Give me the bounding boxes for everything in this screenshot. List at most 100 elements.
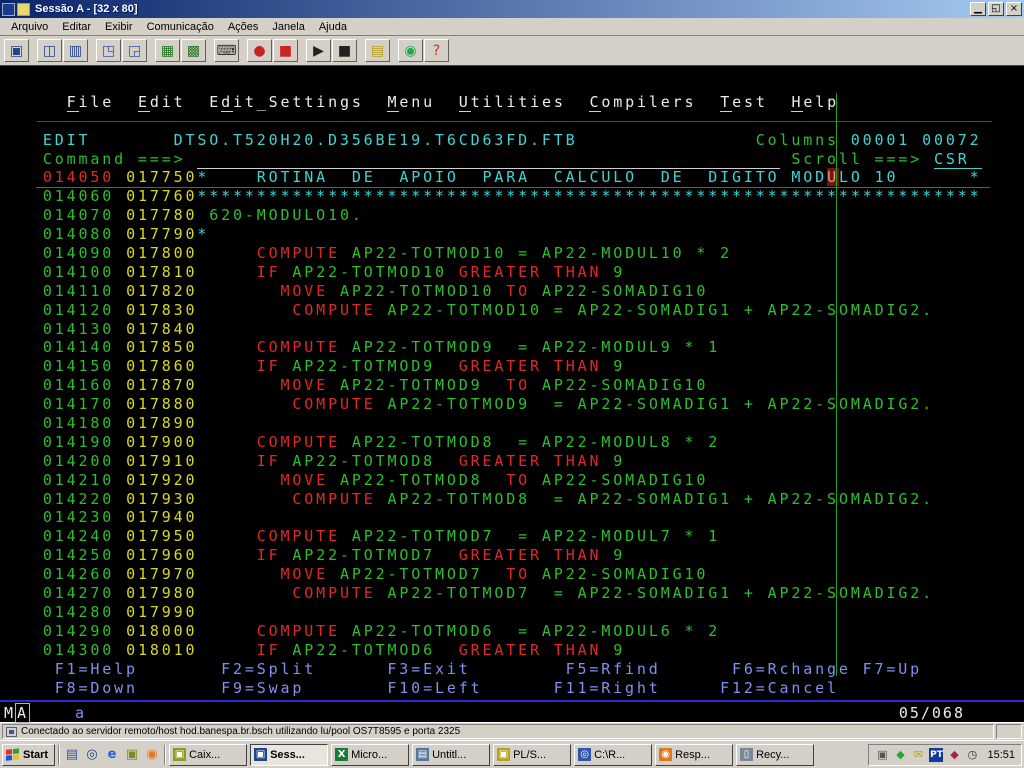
terminal-row: 014240 017950 COMPUTE AP22-TOTMOD7 = AP2… xyxy=(42,527,721,546)
minimize-button[interactable]: ▁ xyxy=(970,2,986,16)
task-button-recy[interactable]: ▯ Recy... xyxy=(736,743,815,766)
toolbar-button-record-stop-icon[interactable]: ■ xyxy=(273,39,298,62)
explorer-search-icon: ◎ xyxy=(578,748,592,761)
receive-screen-icon: ◲ xyxy=(127,42,142,59)
agent-icon[interactable]: ◆ xyxy=(893,748,907,762)
quick-launch-search-icon[interactable]: ◎ xyxy=(83,746,101,764)
taskbar-divider xyxy=(58,744,61,765)
font-setup-icon: ▩ xyxy=(186,42,201,59)
task-button-resp[interactable]: ◉ Resp... xyxy=(655,743,734,766)
terminal-row: 014060 017760***************************… xyxy=(42,187,982,206)
taskbar-divider xyxy=(164,744,167,765)
quick-launch-firefox-icon[interactable]: ◉ xyxy=(143,746,161,764)
toolbar-button-stop-macro-icon[interactable]: ■ xyxy=(332,39,357,62)
task-button-c-r[interactable]: ◎ C:\R... xyxy=(574,743,653,766)
connection-status-text: Conectado ao servidor remoto/host hod.ba… xyxy=(21,726,461,737)
terminal-row: 014280 017990 xyxy=(42,602,198,621)
window-title: Sessão A - [32 x 80] xyxy=(35,3,138,15)
toolbar-button-copy-icon[interactable]: ◫ xyxy=(37,39,62,62)
terminal-row: 014150 017860 IF AP22-TOTMOD9 GREATER TH… xyxy=(42,357,626,376)
terminal-row: File Edit Edit_Settings Menu Utilities C… xyxy=(66,92,840,112)
terminal-row: 014090 017800 COMPUTE AP22-TOTMOD10 = AP… xyxy=(42,244,733,263)
terminal-row: F8=Down F9=Swap F10=Left F11=Right F12=C… xyxy=(31,678,839,697)
recycle-bin-icon: ▯ xyxy=(740,748,754,761)
close-button[interactable]: × xyxy=(1006,2,1022,16)
terminal-row: 014100 017810 IF AP22-TOTMOD10 GREATER T… xyxy=(42,262,626,281)
help-icon: ? xyxy=(432,42,441,59)
menu-item-editar[interactable]: Editar xyxy=(55,19,98,35)
terminal-separator-row xyxy=(31,112,1024,131)
oia-status-row: MA a 05/068 xyxy=(0,700,1024,723)
notepad-icon: ▤ xyxy=(416,748,430,761)
network-icon[interactable]: ▣ xyxy=(875,748,889,762)
task-buttons: ▣ Caix... ▣ Sess... X Micro... ▤ Untitl... ▣ PL/S… xyxy=(169,743,865,766)
task-button-micro[interactable]: X Micro... xyxy=(331,743,410,766)
toolbar-button-send-screen-icon[interactable]: ◳ xyxy=(96,39,121,62)
crosshair-horizontal-rule xyxy=(36,187,990,188)
task-button-sess[interactable]: ▣ Sess... xyxy=(250,743,329,766)
connection-icon xyxy=(6,726,17,737)
terminal-row: EDIT DTSO.T520H20.D356BE19.T6CD63FD.FTB … xyxy=(31,130,982,149)
record-stop-icon: ■ xyxy=(278,42,293,59)
menu-item-arquivo[interactable]: Arquivo xyxy=(4,19,55,35)
firefox-icon: ◉ xyxy=(659,748,673,761)
quick-launch-show-desktop-icon[interactable]: ▤ xyxy=(63,746,81,764)
excel-icon: X xyxy=(335,748,349,761)
pls-app-icon: ▣ xyxy=(497,748,511,761)
toolbar-button-globe-icon[interactable]: ◉ xyxy=(398,39,423,62)
toolbar-button-blank-screen-icon[interactable]: ▣ xyxy=(4,39,29,62)
terminal-app-icon xyxy=(2,2,15,16)
color-setup-icon: ▦ xyxy=(160,42,175,59)
terminal-row: 014080 017790* xyxy=(42,225,210,244)
terminal-row: 014120 017830 COMPUTE AP22-TOTMOD10 = AP… xyxy=(42,300,934,319)
antivirus-shield-icon[interactable]: ◆ xyxy=(947,748,961,762)
terminal-row: 014210 017920 MOVE AP22-TOTMOD8 TO AP22-… xyxy=(42,470,709,489)
taskbar: Start ▤ ◎ e ▣ ◉ ▣ Caix... ▣ Sess... X Micro... ▤ Un… xyxy=(0,740,1024,768)
terminal-row: 014200 017910 IF AP22-TOTMOD8 GREATER TH… xyxy=(42,451,626,470)
menu-item-a-es[interactable]: Ações xyxy=(221,19,266,35)
blank-screen-icon: ▣ xyxy=(9,42,24,59)
terminal-row: 014220 017930 COMPUTE AP22-TOTMOD8 = AP2… xyxy=(42,489,934,508)
toolbar-button-font-setup-icon[interactable]: ▩ xyxy=(181,39,206,62)
quick-launch-ie-icon[interactable]: e xyxy=(103,746,121,764)
toolbar-button-receive-screen-icon[interactable]: ◲ xyxy=(122,39,147,62)
menu-item-comunica-o[interactable]: Comunicação xyxy=(140,19,221,35)
toolbar-button-help-icon[interactable]: ? xyxy=(424,39,449,62)
terminal-screen[interactable]: File Edit Edit_Settings Menu Utilities C… xyxy=(0,66,1024,723)
lang-indicator[interactable]: PT xyxy=(929,747,944,762)
record-start-icon: ● xyxy=(253,42,266,59)
toolbar-button-paste-icon[interactable]: ▥ xyxy=(63,39,88,62)
session-doc-icon xyxy=(17,2,30,16)
toolbar-button-play-macro-icon[interactable]: ▶ xyxy=(306,39,331,62)
terminal-row: 014050 017750* ROTINA DE APOIO PARA CALC… xyxy=(42,168,982,187)
terminal-row: 014270 017980 COMPUTE AP22-TOTMOD7 = AP2… xyxy=(42,584,934,603)
terminal-row: 014140 017850 COMPUTE AP22-TOTMOD9 = AP2… xyxy=(42,338,721,357)
copy-icon: ◫ xyxy=(42,42,57,59)
task-button-caix[interactable]: ▣ Caix... xyxy=(169,743,248,766)
task-label: Sess... xyxy=(270,748,305,761)
menu-item-janela[interactable]: Janela xyxy=(265,19,311,35)
clipboard-icon: ▤ xyxy=(370,42,385,59)
paste-icon: ▥ xyxy=(68,42,83,59)
task-label: Untitl... xyxy=(432,748,467,761)
terminal-row: 014160 017870 MOVE AP22-TOTMOD9 TO AP22-… xyxy=(42,376,709,395)
mail-icon[interactable]: ✉ xyxy=(911,748,925,762)
toolbar-button-color-setup-icon[interactable]: ▦ xyxy=(155,39,180,62)
toolbar-button-record-start-icon[interactable]: ● xyxy=(247,39,272,62)
terminal-row: 014300 018010 IF AP22-TOTMOD6 GREATER TH… xyxy=(42,640,626,659)
quick-launch-hod-icon[interactable]: ▣ xyxy=(123,746,141,764)
scheduler-clock-icon[interactable]: ◷ xyxy=(965,748,979,762)
task-button-untitl[interactable]: ▤ Untitl... xyxy=(412,743,491,766)
task-label: PL/S... xyxy=(513,748,547,761)
menu-item-ajuda[interactable]: Ajuda xyxy=(312,19,354,35)
toolbar-button-clipboard-icon[interactable]: ▤ xyxy=(365,39,390,62)
start-button[interactable]: Start xyxy=(2,743,56,766)
menu-item-exibir[interactable]: Exibir xyxy=(98,19,140,35)
restore-button[interactable]: ◱ xyxy=(988,2,1004,16)
clock: 15:51 xyxy=(987,748,1015,761)
task-button-pl-s[interactable]: ▣ PL/S... xyxy=(493,743,572,766)
crosshair-vertical-rule xyxy=(836,93,837,676)
terminal-row: 014290 018000 COMPUTE AP22-TOTMOD6 = AP2… xyxy=(42,621,721,640)
terminal-row: 014070 017780 620-MODULO10. xyxy=(42,206,364,225)
toolbar-button-keypad-icon[interactable]: ⌨ xyxy=(214,39,239,62)
